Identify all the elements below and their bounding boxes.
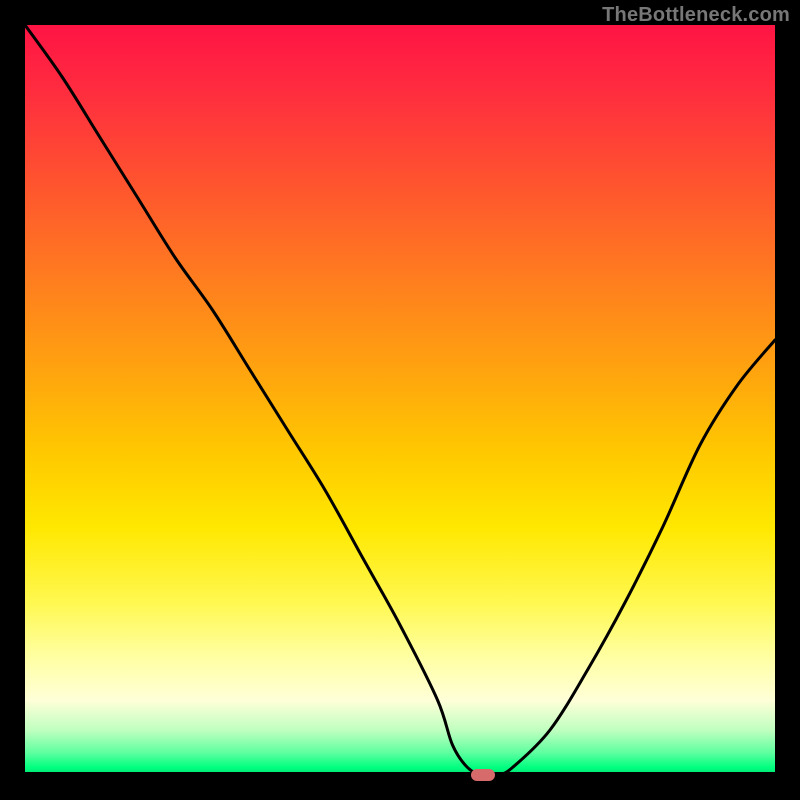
chart-container: TheBottleneck.com <box>0 0 800 800</box>
bottleneck-curve <box>25 25 775 776</box>
curve-svg <box>25 25 775 775</box>
plot-area <box>25 25 775 775</box>
baseline <box>25 772 775 775</box>
watermark-text: TheBottleneck.com <box>602 4 790 27</box>
bottleneck-marker <box>471 769 495 781</box>
